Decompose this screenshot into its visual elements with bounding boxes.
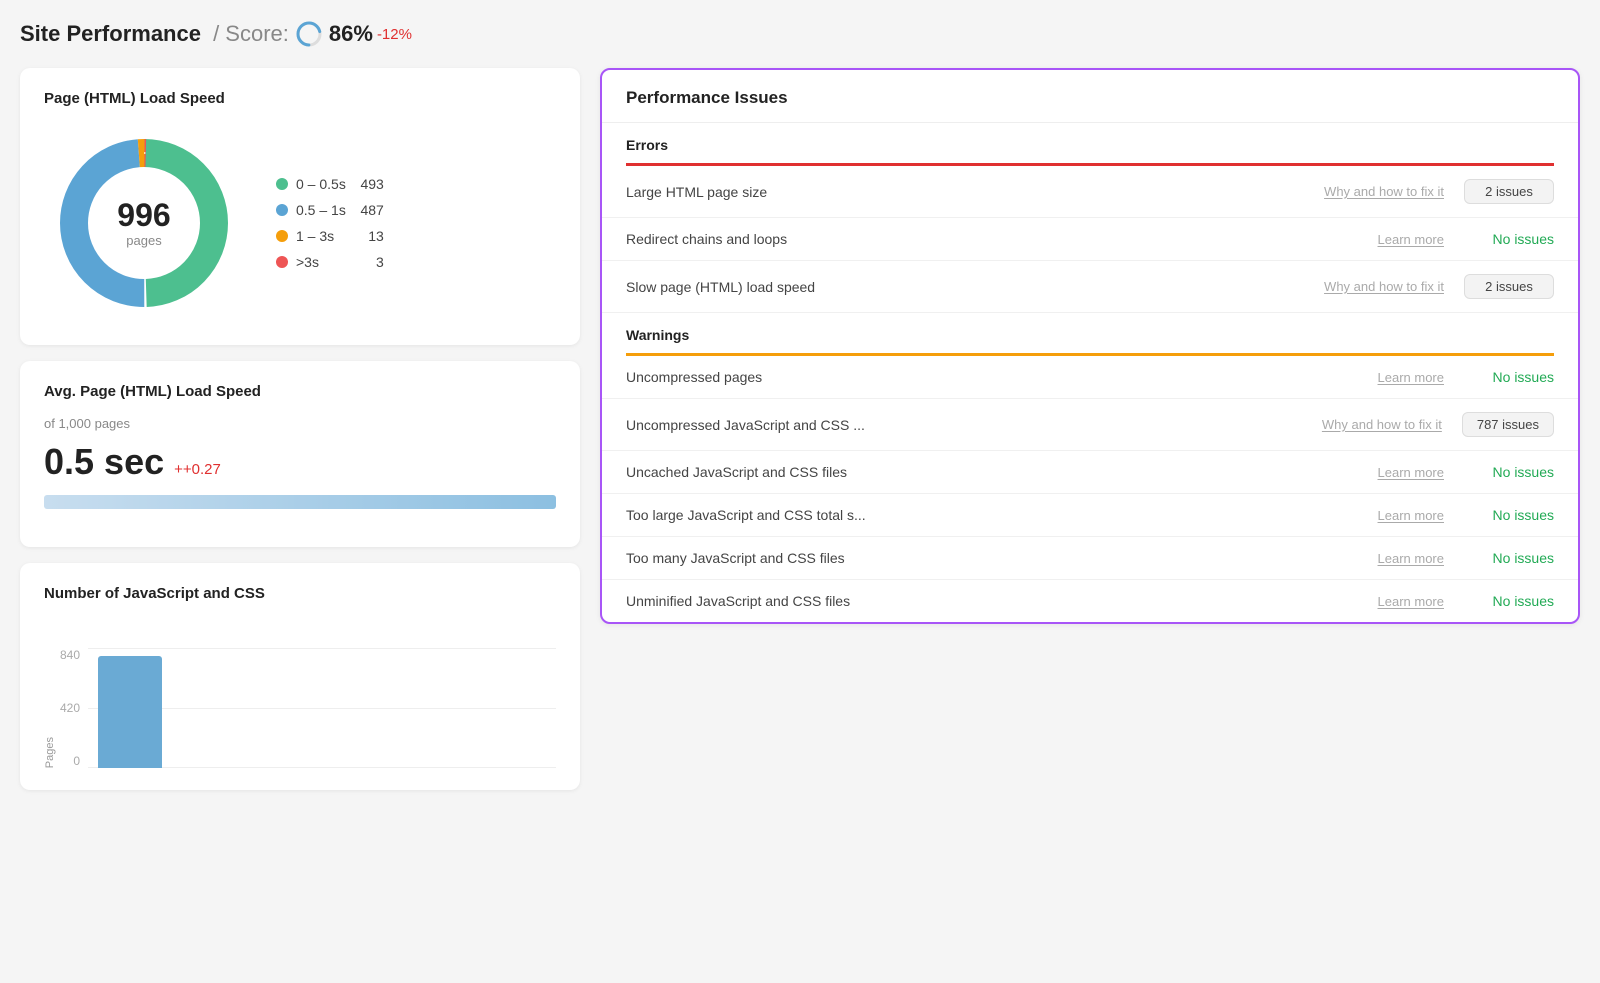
learn-more-uncompressed-js[interactable]: Why and how to fix it xyxy=(1322,417,1442,432)
legend-dot-medium xyxy=(276,204,288,216)
page-header: Site Performance / Score: 86% -12% xyxy=(20,20,1580,48)
avg-load-subtitle: of 1,000 pages xyxy=(44,416,556,431)
perf-row-slow-html: Slow page (HTML) load speed Why and how … xyxy=(602,261,1578,313)
legend-count-slow: 13 xyxy=(354,228,384,244)
perf-row-unminified-js: Unminified JavaScript and CSS files Lear… xyxy=(602,580,1578,622)
left-column: Page (HTML) Load Speed xyxy=(20,68,580,790)
avg-load-title: Avg. Page (HTML) Load Speed xyxy=(44,383,556,400)
learn-more-redirect[interactable]: Learn more xyxy=(1378,232,1444,247)
learn-more-large-html[interactable]: Why and how to fix it xyxy=(1324,184,1444,199)
no-issues-too-large-js: No issues xyxy=(1464,507,1554,523)
no-issues-uncached-js: No issues xyxy=(1464,464,1554,480)
score-value: 86% xyxy=(329,21,373,47)
donut-chart: 996 pages xyxy=(44,123,244,323)
legend-dot-vslow xyxy=(276,256,288,268)
perf-row-too-many-js: Too many JavaScript and CSS files Learn … xyxy=(602,537,1578,580)
legend-label-fast: 0 – 0.5s xyxy=(296,176,346,192)
avg-value: 0.5 sec xyxy=(44,441,164,483)
y-axis-label: Pages xyxy=(44,737,56,768)
learn-more-uncached-js[interactable]: Learn more xyxy=(1378,465,1444,480)
legend-dot-slow xyxy=(276,230,288,242)
avg-value-row: 0.5 sec ++0.27 xyxy=(44,441,556,483)
avg-load-card: Avg. Page (HTML) Load Speed of 1,000 pag… xyxy=(20,361,580,547)
load-speed-card: Page (HTML) Load Speed xyxy=(20,68,580,345)
legend-item-slow: 1 – 3s 13 xyxy=(276,228,384,244)
learn-more-too-large-js[interactable]: Learn more xyxy=(1378,508,1444,523)
y-tick-840: 840 xyxy=(60,648,80,662)
donut-legend: 0 – 0.5s 493 0.5 – 1s 487 1 – 3s 13 xyxy=(276,176,384,270)
issues-badge-slow-html: 2 issues xyxy=(1464,274,1554,299)
no-issues-redirect: No issues xyxy=(1464,231,1554,247)
score-circle-icon xyxy=(295,20,323,48)
js-css-card: Number of JavaScript and CSS Pages 840 4… xyxy=(20,563,580,790)
score-change: -12% xyxy=(377,26,412,43)
legend-label-medium: 0.5 – 1s xyxy=(296,202,346,218)
y-tick-420: 420 xyxy=(60,701,80,715)
y-tick-0: 0 xyxy=(60,754,80,768)
perf-row-name-uncompressed-pages: Uncompressed pages xyxy=(626,369,1378,385)
legend-item-medium: 0.5 – 1s 487 xyxy=(276,202,384,218)
legend-count-vslow: 3 xyxy=(354,254,384,270)
page-title: Site Performance xyxy=(20,21,201,47)
warnings-section-title: Warnings xyxy=(602,313,1578,353)
perf-row-name-large-html: Large HTML page size xyxy=(626,184,1324,200)
perf-row-name-unminified-js: Unminified JavaScript and CSS files xyxy=(626,593,1378,609)
perf-row-uncompressed-pages: Uncompressed pages Learn more No issues xyxy=(602,356,1578,399)
bar-chart: Pages 840 420 0 xyxy=(44,618,556,768)
legend-item-fast: 0 – 0.5s 493 xyxy=(276,176,384,192)
no-issues-uncompressed-pages: No issues xyxy=(1464,369,1554,385)
legend-label-slow: 1 – 3s xyxy=(296,228,334,244)
y-ticks: 840 420 0 xyxy=(60,648,80,768)
donut-svg xyxy=(44,123,244,323)
no-issues-unminified-js: No issues xyxy=(1464,593,1554,609)
bar-main xyxy=(98,656,162,768)
perf-row-large-html: Large HTML page size Why and how to fix … xyxy=(602,166,1578,218)
learn-more-slow-html[interactable]: Why and how to fix it xyxy=(1324,279,1444,294)
perf-row-name-uncompressed-js: Uncompressed JavaScript and CSS ... xyxy=(626,417,1322,433)
issues-badge-large-html: 2 issues xyxy=(1464,179,1554,204)
trend-bar xyxy=(44,495,556,509)
perf-row-redirect: Redirect chains and loops Learn more No … xyxy=(602,218,1578,261)
donut-container: 996 pages 0 – 0.5s 493 0.5 – 1s 487 xyxy=(44,123,556,323)
perf-row-name-slow-html: Slow page (HTML) load speed xyxy=(626,279,1324,295)
perf-row-name-too-large-js: Too large JavaScript and CSS total s... xyxy=(626,507,1378,523)
issues-badge-uncompressed-js: 787 issues xyxy=(1462,412,1554,437)
avg-change: ++0.27 xyxy=(174,461,221,478)
perf-row-uncompressed-js: Uncompressed JavaScript and CSS ... Why … xyxy=(602,399,1578,451)
learn-more-uncompressed-pages[interactable]: Learn more xyxy=(1378,370,1444,385)
learn-more-too-many-js[interactable]: Learn more xyxy=(1378,551,1444,566)
legend-label-vslow: >3s xyxy=(296,254,319,270)
legend-count-medium: 487 xyxy=(354,202,384,218)
perf-row-uncached-js: Uncached JavaScript and CSS files Learn … xyxy=(602,451,1578,494)
bar-chart-body xyxy=(88,648,556,768)
errors-section-title: Errors xyxy=(602,123,1578,163)
load-speed-title: Page (HTML) Load Speed xyxy=(44,90,556,107)
perf-panel-title: Performance Issues xyxy=(602,70,1578,123)
legend-dot-fast xyxy=(276,178,288,190)
trend-bar-wrap xyxy=(44,495,556,525)
perf-row-name-uncached-js: Uncached JavaScript and CSS files xyxy=(626,464,1378,480)
perf-row-name-too-many-js: Too many JavaScript and CSS files xyxy=(626,550,1378,566)
no-issues-too-many-js: No issues xyxy=(1464,550,1554,566)
perf-row-name-redirect: Redirect chains and loops xyxy=(626,231,1378,247)
gridline-top xyxy=(88,648,556,649)
legend-count-fast: 493 xyxy=(354,176,384,192)
perf-issues-panel: Performance Issues Errors Large HTML pag… xyxy=(600,68,1580,624)
js-css-title: Number of JavaScript and CSS xyxy=(44,585,556,602)
score-separator: / Score: xyxy=(207,21,289,47)
main-layout: Page (HTML) Load Speed xyxy=(20,68,1580,790)
perf-row-too-large-js: Too large JavaScript and CSS total s... … xyxy=(602,494,1578,537)
learn-more-unminified-js[interactable]: Learn more xyxy=(1378,594,1444,609)
legend-item-vslow: >3s 3 xyxy=(276,254,384,270)
